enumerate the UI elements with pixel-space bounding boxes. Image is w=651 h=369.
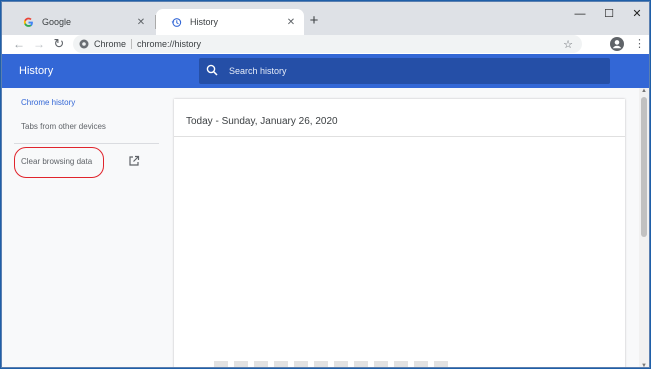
reload-icon[interactable]: ↻ (51, 36, 67, 52)
omnibox-divider (131, 39, 133, 49)
window-close-icon[interactable]: ✕ (627, 6, 647, 22)
minimize-icon[interactable]: — (570, 6, 590, 22)
forward-arrow-icon[interactable]: → (31, 36, 47, 52)
date-heading: Today - Sunday, January 26, 2020 (186, 116, 338, 127)
maximize-icon[interactable]: ☐ (599, 6, 619, 22)
url-text[interactable]: chrome://history (137, 39, 562, 49)
profile-avatar-icon[interactable] (610, 37, 624, 51)
back-arrow-icon[interactable]: ← (11, 36, 27, 52)
tab-close-icon[interactable]: ✕ (284, 17, 298, 28)
page-title: History (19, 65, 54, 77)
sidebar-item-chrome-history[interactable]: Chrome history (21, 98, 75, 107)
tab-close-icon[interactable]: ✕ (134, 17, 148, 28)
scrollbar-thumb[interactable] (641, 97, 647, 237)
tab-title: History (190, 17, 219, 27)
tab-history[interactable]: History ✕ (156, 9, 304, 35)
scroll-down-icon[interactable]: ▼ (640, 363, 648, 367)
history-content-area: Chrome history Tabs from other devices C… (2, 88, 649, 367)
new-tab-button[interactable]: + (305, 12, 323, 30)
sidebar-divider (14, 143, 159, 144)
history-entry-row[interactable] (214, 361, 454, 367)
sidebar-item-tabs-other-devices[interactable]: Tabs from other devices (21, 122, 106, 131)
tab-google[interactable]: Google ✕ (8, 9, 154, 35)
search-icon (206, 64, 220, 78)
clear-browsing-data-link[interactable]: Clear browsing data (21, 157, 92, 166)
history-header: History (2, 54, 649, 88)
search-input[interactable] (229, 66, 610, 76)
scrollbar[interactable]: ▲ ▼ (639, 88, 649, 367)
bookmark-star-icon[interactable]: ☆ (562, 38, 574, 51)
browser-toolbar: ← → ↻ Chrome chrome://history ☆ ⋮ (2, 35, 649, 55)
google-favicon (22, 16, 34, 28)
browser-window: Google ✕ History ✕ + — ☐ ✕ ← → ↻ Chrome … (1, 1, 650, 368)
address-bar[interactable]: Chrome chrome://history ☆ (73, 35, 582, 53)
chrome-site-icon (79, 39, 89, 49)
sidebar: Chrome history Tabs from other devices C… (2, 88, 162, 367)
site-label: Chrome (94, 39, 127, 49)
card-divider (174, 136, 625, 137)
tab-title: Google (42, 17, 72, 27)
history-icon (170, 16, 182, 28)
scroll-up-icon[interactable]: ▲ (640, 88, 648, 94)
history-card: Today - Sunday, January 26, 2020 (174, 99, 625, 367)
kebab-menu-icon[interactable]: ⋮ (634, 36, 645, 52)
external-link-icon[interactable] (128, 154, 140, 166)
tab-strip: Google ✕ History ✕ + — ☐ ✕ (2, 2, 649, 35)
search-box[interactable] (199, 58, 610, 84)
